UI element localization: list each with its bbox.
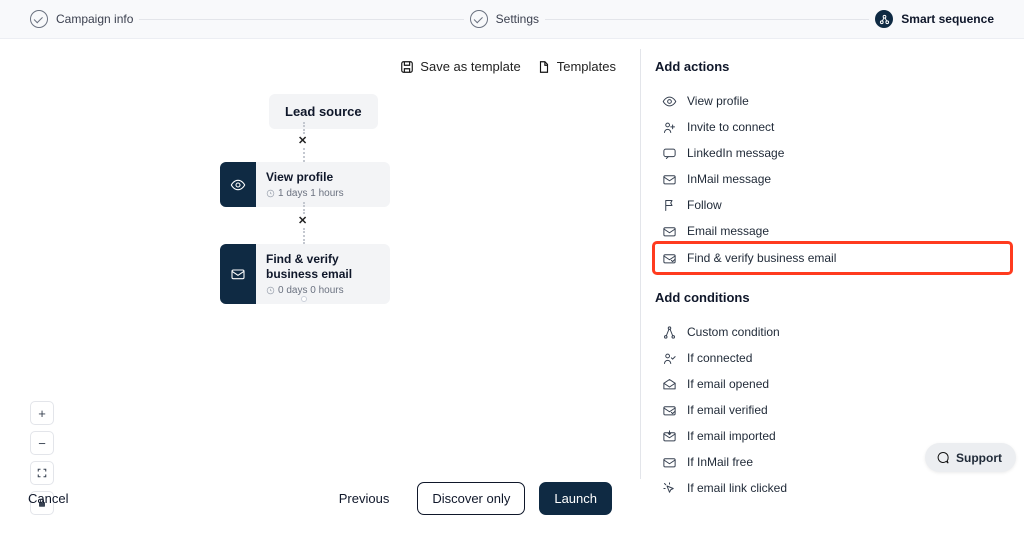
action-label: Follow <box>687 198 722 212</box>
cursor-click-icon <box>661 480 677 496</box>
footer-actions: Cancel Previous Discover only Launch <box>0 482 640 515</box>
mail-open-icon <box>661 376 677 392</box>
condition-label: If InMail free <box>687 455 753 469</box>
previous-button[interactable]: Previous <box>325 483 404 514</box>
step-settings[interactable]: Settings <box>470 10 539 28</box>
condition-label: If email verified <box>687 403 768 417</box>
support-button[interactable]: Support <box>925 443 1016 472</box>
eye-icon <box>661 93 677 109</box>
canvas-column: Save as template Templates Lead source ✕… <box>0 39 640 527</box>
action-label: InMail message <box>687 172 771 186</box>
condition-if-connected[interactable]: If connected <box>655 345 1010 371</box>
user-check-icon <box>661 350 677 366</box>
node-title: Find & verify business email <box>266 252 380 282</box>
condition-label: If email imported <box>687 429 776 443</box>
templates-button[interactable]: Templates <box>537 59 616 74</box>
step-label: Campaign info <box>56 12 133 26</box>
action-label: View profile <box>687 94 749 108</box>
connector: ✕ <box>303 122 305 162</box>
branch-icon <box>661 324 677 340</box>
end-node[interactable] <box>301 296 307 302</box>
action-label: Email message <box>687 224 769 238</box>
action-view-profile[interactable]: View profile <box>655 88 1010 114</box>
envelope-icon <box>661 223 677 239</box>
action-find-verify-email[interactable]: Find & verify business email <box>655 244 1010 272</box>
node-delay: 1 days 1 hours <box>266 188 380 199</box>
expand-icon <box>36 467 48 479</box>
action-email-message[interactable]: Email message <box>655 218 1010 244</box>
condition-label: Custom condition <box>687 325 780 339</box>
step-label: Settings <box>496 12 539 26</box>
zoom-out-button[interactable]: − <box>30 431 54 455</box>
action-label: Invite to connect <box>687 120 774 134</box>
action-invite-to-connect[interactable]: Invite to connect <box>655 114 1010 140</box>
user-plus-icon <box>661 119 677 135</box>
mail-check-icon <box>661 402 677 418</box>
chat-icon <box>935 450 950 465</box>
step-campaign-info[interactable]: Campaign info <box>30 10 133 28</box>
action-label: Find & verify business email <box>687 251 836 265</box>
zoom-in-button[interactable]: + <box>30 401 54 425</box>
cancel-button[interactable]: Cancel <box>28 491 68 506</box>
save-icon <box>400 60 414 74</box>
canvas-toolbar: Save as template Templates <box>0 39 640 74</box>
sequence-canvas[interactable]: Lead source ✕ View profile 1 days 1 hour… <box>0 74 640 444</box>
follow-icon <box>661 197 677 213</box>
node-delay: 0 days 0 hours <box>266 285 380 296</box>
find-verify-email-node[interactable]: Find & verify business email 0 days 0 ho… <box>220 244 390 304</box>
step-smart-sequence[interactable]: Smart sequence <box>875 10 994 28</box>
connector: ✕ <box>303 202 305 244</box>
mail-icon <box>661 171 677 187</box>
graph-icon <box>875 10 893 28</box>
condition-label: If connected <box>687 351 752 365</box>
mail-check-icon <box>220 244 256 304</box>
condition-if-email-verified[interactable]: If email verified <box>655 397 1010 423</box>
check-icon <box>470 10 488 28</box>
lead-source-node[interactable]: Lead source <box>269 94 378 129</box>
mail-in-icon <box>661 428 677 444</box>
message-icon <box>661 145 677 161</box>
step-divider <box>139 19 463 20</box>
condition-label: If email opened <box>687 377 769 391</box>
action-inmail-message[interactable]: InMail message <box>655 166 1010 192</box>
mail-check-icon <box>661 250 677 266</box>
view-profile-node[interactable]: View profile 1 days 1 hours <box>220 162 390 207</box>
action-label: LinkedIn message <box>687 146 784 160</box>
support-label: Support <box>956 451 1002 465</box>
action-linkedin-message[interactable]: LinkedIn message <box>655 140 1010 166</box>
condition-custom[interactable]: Custom condition <box>655 319 1010 345</box>
remove-connector-icon[interactable]: ✕ <box>298 214 307 227</box>
action-follow[interactable]: Follow <box>655 192 1010 218</box>
add-conditions-heading: Add conditions <box>655 290 1010 305</box>
condition-if-link-clicked[interactable]: If email link clicked <box>655 475 1010 501</box>
remove-connector-icon[interactable]: ✕ <box>298 134 307 147</box>
step-label: Smart sequence <box>901 12 994 26</box>
clock-icon <box>266 189 275 198</box>
node-title: Lead source <box>285 104 362 119</box>
check-icon <box>30 10 48 28</box>
toolbar-label: Save as template <box>420 59 520 74</box>
condition-if-email-opened[interactable]: If email opened <box>655 371 1010 397</box>
clock-icon <box>266 286 275 295</box>
node-title: View profile <box>266 170 380 185</box>
condition-label: If email link clicked <box>687 481 787 495</box>
main-area: Save as template Templates Lead source ✕… <box>0 39 1024 527</box>
mail-icon <box>661 454 677 470</box>
progress-stepper: Campaign info Settings Smart sequence <box>0 0 1024 39</box>
launch-button[interactable]: Launch <box>539 482 612 515</box>
save-as-template-button[interactable]: Save as template <box>400 59 520 74</box>
step-divider <box>545 19 869 20</box>
eye-icon <box>220 162 256 207</box>
add-actions-heading: Add actions <box>655 59 1010 74</box>
discover-only-button[interactable]: Discover only <box>417 482 525 515</box>
document-icon <box>537 60 551 74</box>
toolbar-label: Templates <box>557 59 616 74</box>
